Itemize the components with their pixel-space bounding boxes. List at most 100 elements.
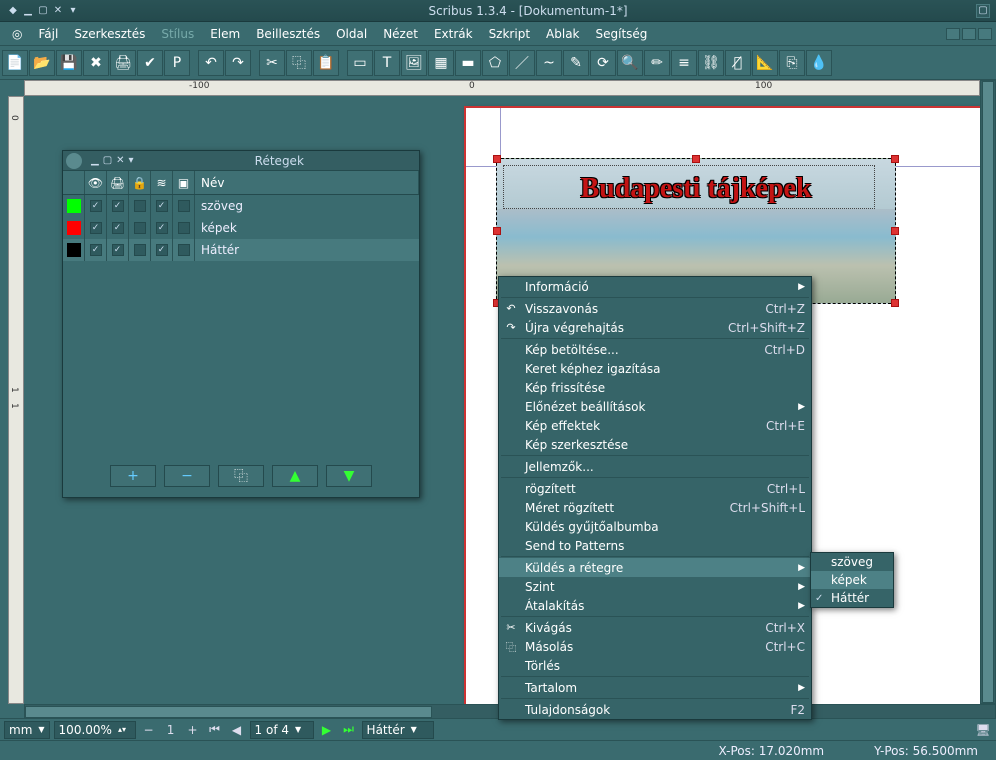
open-button[interactable]: 📂 [29,50,55,76]
submenu-item-kepek[interactable]: képek [811,571,893,589]
titlebar-extra-icon[interactable]: ▢ [976,4,990,18]
zoom-button[interactable]: 🔍 [617,50,643,76]
mdi-minimize-icon[interactable] [946,28,960,40]
save-button[interactable]: 💾 [56,50,82,76]
layer-lock-checkbox[interactable] [129,217,151,239]
ctx-level[interactable]: Szint▶ [499,577,811,596]
close-icon[interactable]: ✕ [51,4,65,18]
layer-name[interactable]: szöveg [195,199,249,213]
table-button[interactable]: ▦ [428,50,454,76]
layer-name[interactable]: képek [195,221,243,235]
handle-nw[interactable] [493,155,501,163]
copy-button[interactable]: ⿻ [286,50,312,76]
layer-add-button[interactable]: + [110,465,156,487]
minimize-icon[interactable]: ▁ [21,4,35,18]
layer-outline-checkbox[interactable] [173,217,195,239]
cut-button[interactable]: ✂ [259,50,285,76]
ctx-refresh-image[interactable]: Kép frissítése [499,378,811,397]
layer-row[interactable]: ✓ ✓ ✓ Háttér [63,239,419,261]
layers-panel[interactable]: ▁ ▢ ✕ ▾ Rétegek 👁 🖨 🔒 ≋ ▣ Név ✓ ✓ ✓ szöv… [62,150,420,498]
pdf-button[interactable]: P [164,50,190,76]
panel-shade-icon[interactable]: ▾ [129,155,134,166]
mdi-close-icon[interactable] [978,28,992,40]
layer-visible-checkbox[interactable]: ✓ [85,217,107,239]
image-frame-button[interactable]: 🖼 [401,50,427,76]
layer-visible-checkbox[interactable]: ✓ [85,195,107,217]
link-frames-button[interactable]: ⛓ [698,50,724,76]
eyedropper-button[interactable]: 💧 [806,50,832,76]
menu-script[interactable]: Szkript [481,24,538,44]
ctx-delete[interactable]: Törlés [499,656,811,675]
select-button[interactable]: ▭ [347,50,373,76]
layer-lock-checkbox[interactable] [129,195,151,217]
layers-titlebar[interactable]: ▁ ▢ ✕ ▾ Rétegek [63,151,419,171]
layer-down-button[interactable]: ▼ [326,465,372,487]
layer-color-swatch[interactable] [63,195,85,217]
ctx-image-effects[interactable]: Kép effektekCtrl+E [499,416,811,435]
layer-row[interactable]: ✓ ✓ ✓ képek [63,217,419,239]
unit-combo[interactable]: mm▼ [4,721,50,739]
handle-n[interactable] [692,155,700,163]
ctx-send-to-layer[interactable]: Küldés a rétegre▶ [499,558,811,577]
print-button[interactable]: 🖨 [110,50,136,76]
ctx-properties[interactable]: TulajdonságokF2 [499,700,811,719]
app-menu-icon[interactable]: ◎ [4,24,30,44]
menu-item[interactable]: Elem [202,24,248,44]
handle-se[interactable] [891,299,899,307]
layer-combo[interactable]: Háttér▼ [362,721,434,739]
story-editor-button[interactable]: ≡ [671,50,697,76]
polygon-button[interactable]: ⬠ [482,50,508,76]
line-button[interactable]: ／ [509,50,535,76]
page-combo[interactable]: 1 of 4▼ [250,721,314,739]
nav-prev-button[interactable]: ◀ [228,721,246,739]
copy-props-button[interactable]: ⎘ [779,50,805,76]
nav-first-button[interactable]: ⏮ [206,721,224,739]
zoom-out-button[interactable]: − [140,721,158,739]
menu-view[interactable]: Nézet [375,24,426,44]
layer-duplicate-button[interactable]: ⿻ [218,465,264,487]
layer-print-checkbox[interactable]: ✓ [107,217,129,239]
text-frame-button[interactable]: T [374,50,400,76]
paste-button[interactable]: 📋 [313,50,339,76]
nav-last-button[interactable]: ⏭ [340,721,358,739]
zoom-in-button[interactable]: + [184,721,202,739]
layer-name[interactable]: Háttér [195,243,245,257]
freehand-button[interactable]: ✎ [563,50,589,76]
shape-button[interactable]: ▬ [455,50,481,76]
scrollbar-thumb[interactable] [25,706,432,718]
menu-window[interactable]: Ablak [538,24,587,44]
ctx-info[interactable]: Információ▶ [499,277,811,296]
ctx-attributes[interactable]: Jellemzők... [499,457,811,476]
edit-contents-button[interactable]: ✏ [644,50,670,76]
ctx-size-locked[interactable]: Méret rögzítettCtrl+Shift+L [499,498,811,517]
menu-help[interactable]: Segítség [588,24,656,44]
mdi-maximize-icon[interactable] [962,28,976,40]
menu-page[interactable]: Oldal [328,24,375,44]
layer-print-checkbox[interactable]: ✓ [107,239,129,261]
preflight-button[interactable]: ✔ [137,50,163,76]
ctx-locked[interactable]: rögzítettCtrl+L [499,479,811,498]
ctx-send-scrapbook[interactable]: Küldés gyűjtőalbumba [499,517,811,536]
send-to-layer-submenu[interactable]: szöveg képek ✓Háttér [810,552,894,608]
scrollbar-vertical[interactable] [980,80,996,704]
unlink-frames-button[interactable]: ⛓̸ [725,50,751,76]
bezier-button[interactable]: ~ [536,50,562,76]
ctx-copy[interactable]: ⿻MásolásCtrl+C [499,637,811,656]
ctx-convert[interactable]: Átalakítás▶ [499,596,811,615]
layer-outline-checkbox[interactable] [173,195,195,217]
ctx-cut[interactable]: ✂KivágásCtrl+X [499,618,811,637]
undo-button[interactable]: ↶ [198,50,224,76]
zoom-reset-button[interactable]: 1 [162,721,180,739]
submenu-item-hatter[interactable]: ✓Háttér [811,589,893,607]
panel-minimize-icon[interactable]: ▁ [91,155,99,166]
panel-close-icon[interactable]: ✕ [116,155,124,166]
ctx-load-image[interactable]: Kép betöltése...Ctrl+D [499,340,811,359]
menu-edit[interactable]: Szerkesztés [66,24,153,44]
panel-maximize-icon[interactable]: ▢ [103,155,112,166]
layer-lock-checkbox[interactable] [129,239,151,261]
rotate-button[interactable]: ⟳ [590,50,616,76]
scrollbar-thumb[interactable] [982,81,994,703]
ctx-fit-frame[interactable]: Keret képhez igazítása [499,359,811,378]
monitor-icon[interactable]: 🖥 [974,721,992,739]
redo-button[interactable]: ↷ [225,50,251,76]
